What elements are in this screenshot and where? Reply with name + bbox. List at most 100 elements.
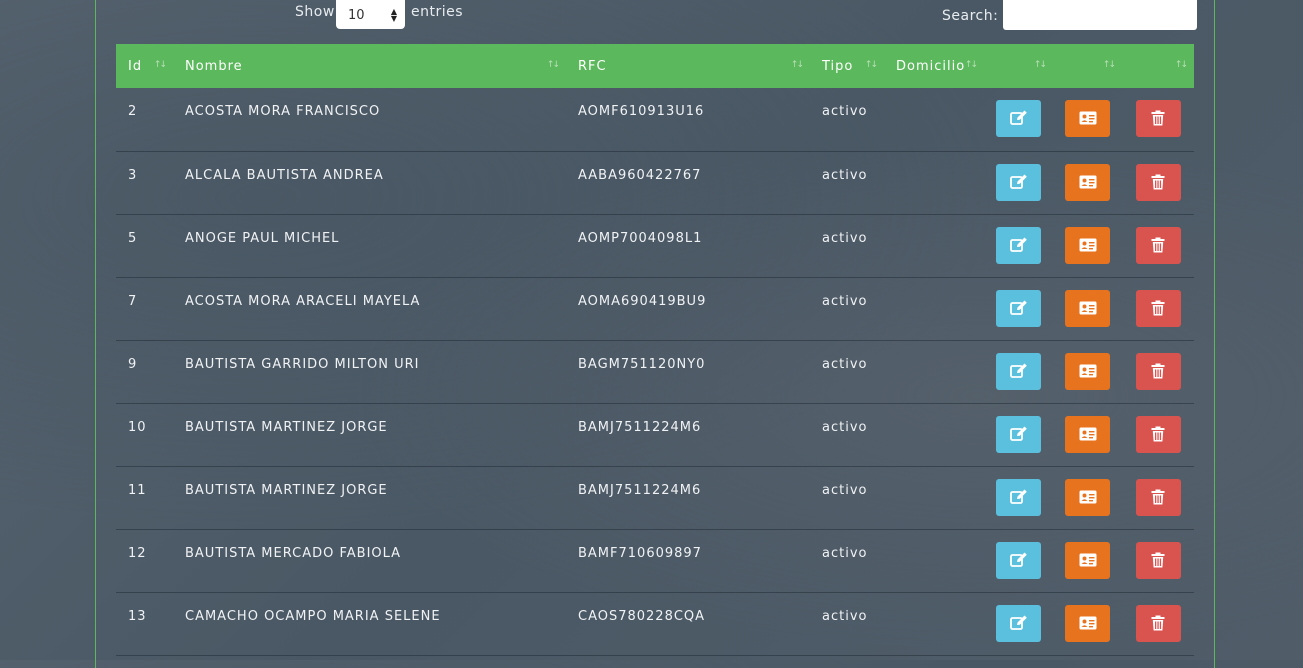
trash-icon bbox=[1151, 237, 1164, 252]
delete-button[interactable] bbox=[1135, 163, 1181, 201]
id-card-icon bbox=[1079, 553, 1097, 566]
edit-button[interactable] bbox=[996, 415, 1041, 453]
cell-edit bbox=[984, 466, 1053, 529]
cell-id: 3 bbox=[128, 167, 138, 183]
edit-button[interactable] bbox=[996, 163, 1041, 201]
id-card-button[interactable] bbox=[1065, 478, 1110, 516]
table-header-row: Id ↑↓ Nombre ↑↓ RFC ↑↓ Tipo ↑↓ Domicilio ↑↓ ↑… bbox=[116, 44, 1194, 88]
search-input[interactable] bbox=[1003, 0, 1197, 30]
column-header-tipo[interactable]: Tipo ↑↓ bbox=[810, 44, 884, 88]
cell-nombre: ACOSTA MORA FRANCISCO bbox=[185, 104, 381, 119]
page-size-value: 10 bbox=[348, 8, 365, 23]
id-card-button[interactable] bbox=[1065, 352, 1110, 390]
column-header-delete[interactable]: ↑↓ bbox=[1122, 44, 1194, 88]
edit-button[interactable] bbox=[996, 478, 1041, 516]
edit-button[interactable] bbox=[996, 352, 1041, 390]
cell-edit bbox=[984, 88, 1053, 151]
cell-delete bbox=[1122, 466, 1194, 529]
cell-card bbox=[1053, 466, 1122, 529]
delete-button[interactable] bbox=[1135, 352, 1181, 390]
cell-card bbox=[1053, 151, 1122, 214]
id-card-button[interactable] bbox=[1065, 100, 1110, 137]
cell-edit bbox=[984, 340, 1053, 403]
edit-icon bbox=[1010, 489, 1027, 504]
edit-icon bbox=[1010, 174, 1027, 189]
edit-button[interactable] bbox=[996, 289, 1041, 327]
trash-icon bbox=[1151, 489, 1164, 504]
cell-rfc: BAMJ7511224M6 bbox=[578, 482, 702, 498]
table-row: 3 ALCALA BAUTISTA ANDREA AABA960422767 a… bbox=[116, 151, 1194, 214]
sort-icon: ↑↓ bbox=[964, 60, 978, 70]
id-card-button[interactable] bbox=[1065, 541, 1110, 579]
sort-icon: ↑↓ bbox=[1033, 60, 1047, 70]
cell-tipo: activo bbox=[822, 104, 868, 119]
id-card-button[interactable] bbox=[1065, 604, 1110, 642]
cell-domicilio bbox=[884, 151, 984, 214]
cell-tipo: activo bbox=[822, 608, 868, 624]
edit-button[interactable] bbox=[996, 100, 1041, 137]
cell-delete bbox=[1122, 151, 1194, 214]
id-card-button[interactable] bbox=[1065, 226, 1110, 264]
page-size-select[interactable]: 10 ▲ ▼ bbox=[336, 0, 405, 29]
cell-rfc: BAMJ7511224M6 bbox=[578, 419, 702, 435]
cell-nombre: CAMACHO OCAMPO MARIA SELENE bbox=[185, 608, 441, 624]
delete-button[interactable] bbox=[1135, 289, 1181, 327]
cell-domicilio bbox=[884, 277, 984, 340]
trash-icon bbox=[1151, 110, 1164, 126]
id-card-button[interactable] bbox=[1065, 415, 1110, 453]
cell-id: 9 bbox=[128, 356, 138, 372]
column-header-card[interactable]: ↑↓ bbox=[1053, 44, 1122, 88]
column-header-edit[interactable]: ↑↓ bbox=[984, 44, 1053, 88]
table-row: 7 ACOSTA MORA ARACELI MAYELA AOMA690419B… bbox=[116, 277, 1194, 340]
cell-id: 7 bbox=[128, 293, 138, 309]
trash-icon bbox=[1151, 300, 1164, 315]
cell-edit bbox=[984, 151, 1053, 214]
cell-id: 12 bbox=[128, 545, 147, 561]
sort-icon: ↑↓ bbox=[864, 60, 878, 70]
edit-button[interactable] bbox=[996, 541, 1041, 579]
edit-icon bbox=[1010, 300, 1027, 315]
table-row: 10 BAUTISTA MARTINEZ JORGE BAMJ7511224M6… bbox=[116, 403, 1194, 466]
delete-button[interactable] bbox=[1135, 226, 1181, 264]
column-header-nombre[interactable]: Nombre ↑↓ bbox=[173, 44, 566, 88]
cell-delete bbox=[1122, 88, 1194, 151]
id-card-button[interactable] bbox=[1065, 163, 1110, 201]
cell-delete bbox=[1122, 214, 1194, 277]
edit-button[interactable] bbox=[996, 226, 1041, 264]
show-label: Show bbox=[295, 4, 335, 20]
cell-card bbox=[1053, 340, 1122, 403]
cell-nombre: BAUTISTA MERCADO FABIOLA bbox=[185, 545, 402, 561]
entries-label: entries bbox=[411, 4, 464, 20]
cell-card bbox=[1053, 403, 1122, 466]
content-panel: Show 10 ▲ ▼ entries Search: Id ↑↓ Nombre ↑↓… bbox=[95, 0, 1215, 668]
id-card-icon bbox=[1079, 111, 1097, 125]
trash-icon bbox=[1151, 615, 1164, 630]
id-card-icon bbox=[1079, 364, 1097, 377]
cell-id: 13 bbox=[128, 608, 147, 624]
edit-button[interactable] bbox=[996, 604, 1041, 642]
delete-button[interactable] bbox=[1135, 415, 1181, 453]
search-label: Search: bbox=[942, 8, 999, 24]
id-card-button[interactable] bbox=[1065, 289, 1110, 327]
cell-nombre: BAUTISTA GARRIDO MILTON URI bbox=[185, 356, 420, 372]
edit-icon bbox=[1010, 426, 1027, 441]
cell-id: 5 bbox=[128, 230, 138, 246]
delete-button[interactable] bbox=[1135, 478, 1181, 516]
cell-domicilio bbox=[884, 529, 984, 592]
id-card-icon bbox=[1079, 301, 1097, 314]
column-header-rfc[interactable]: RFC ↑↓ bbox=[566, 44, 810, 88]
column-header-id[interactable]: Id ↑↓ bbox=[116, 44, 173, 88]
cell-domicilio bbox=[884, 403, 984, 466]
cell-rfc: CAOS780228CQA bbox=[578, 608, 706, 624]
delete-button[interactable] bbox=[1135, 604, 1181, 642]
cell-domicilio bbox=[884, 592, 984, 655]
column-header-domicilio[interactable]: Domicilio ↑↓ bbox=[884, 44, 984, 88]
cell-tipo: activo bbox=[822, 356, 868, 372]
delete-button[interactable] bbox=[1135, 100, 1181, 137]
cell-edit bbox=[984, 403, 1053, 466]
table-body: 2 ACOSTA MORA FRANCISCO AOMF610913U16 ac… bbox=[116, 88, 1194, 655]
cell-id: 10 bbox=[128, 419, 147, 435]
delete-button[interactable] bbox=[1135, 541, 1181, 579]
sort-icon: ↑↓ bbox=[546, 60, 560, 70]
cell-card bbox=[1053, 529, 1122, 592]
